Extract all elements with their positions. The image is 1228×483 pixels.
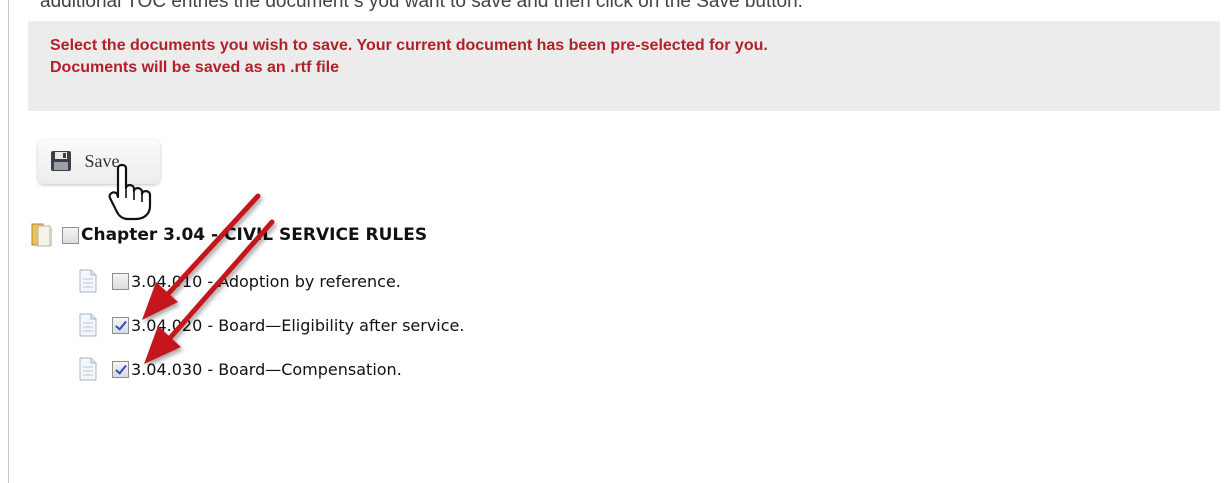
- section-label[interactable]: 3.04.020 - Board—Eligibility after servi…: [131, 316, 464, 335]
- tree-section-row: 3.04.030 - Board—Compensation.: [0, 356, 402, 382]
- chapter-label[interactable]: Chapter 3.04 - CIVIL SERVICE RULES: [81, 225, 427, 245]
- document-icon: [79, 269, 97, 293]
- tree-section-row: 3.04.010 - Adoption by reference.: [0, 268, 401, 294]
- section-checkbox[interactable]: [112, 316, 129, 334]
- tree-section-row: 3.04.020 - Board—Eligibility after servi…: [0, 312, 464, 338]
- section-checkbox[interactable]: [112, 272, 129, 290]
- pointing-hand-cursor-icon: [108, 163, 152, 221]
- section-checkbox[interactable]: [112, 360, 129, 378]
- section-label[interactable]: 3.04.030 - Board—Compensation.: [131, 360, 402, 379]
- section-label[interactable]: 3.04.010 - Adoption by reference.: [131, 272, 401, 291]
- floppy-disk-icon: [51, 151, 71, 171]
- tree-chapter-row: Chapter 3.04 - CIVIL SERVICE RULES: [0, 222, 427, 248]
- chapter-checkbox[interactable]: [62, 226, 79, 244]
- document-icon: [79, 313, 97, 337]
- notice-line-1: Select the documents you wish to save. Y…: [50, 37, 768, 54]
- folder-book-icon: [31, 223, 52, 247]
- notice-line-2: Documents will be saved as an .rtf file: [50, 59, 339, 76]
- notice-panel: Select the documents you wish to save. Y…: [28, 21, 1220, 111]
- document-icon: [79, 357, 97, 381]
- instruction-text-cut: additional TOC entries the document s yo…: [40, 0, 803, 12]
- save-documents-page: additional TOC entries the document s yo…: [0, 0, 1228, 483]
